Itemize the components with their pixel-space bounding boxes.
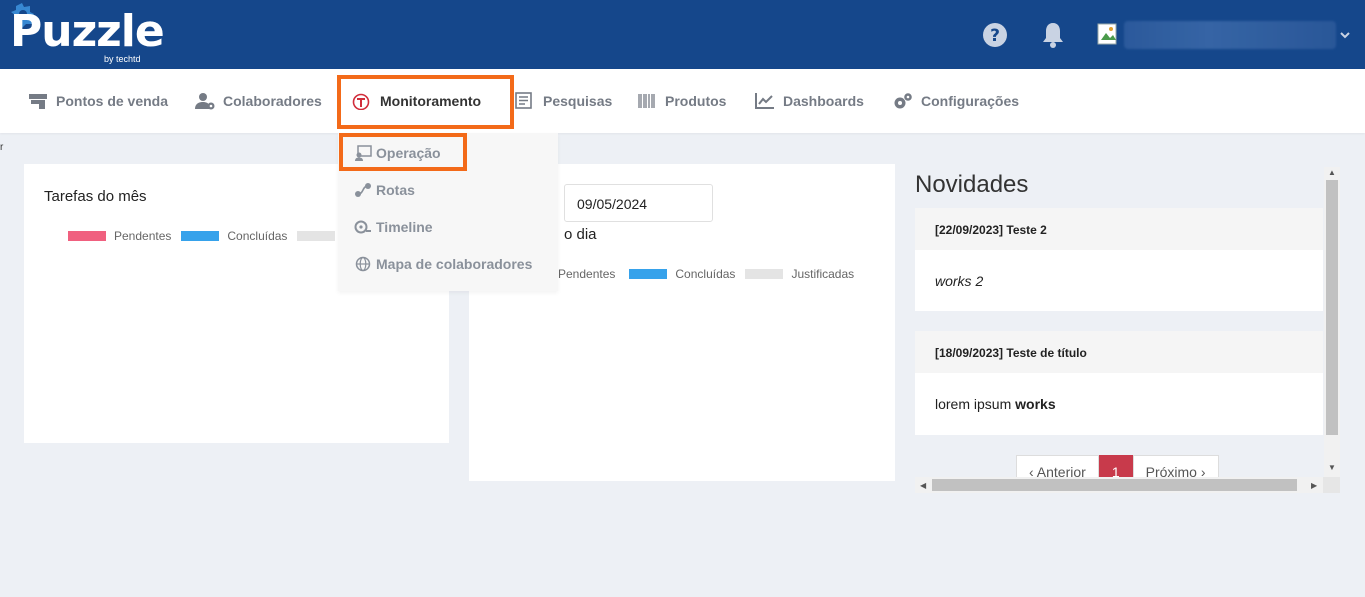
nav-item-configuracoes[interactable]: Configurações <box>893 69 1019 133</box>
legend-label: Pendentes <box>558 267 616 281</box>
pagination-page-1[interactable]: 1 <box>1098 455 1133 477</box>
dropdown-item-rotas[interactable]: Rotas <box>354 182 415 198</box>
news-post-body-bold: works <box>1015 396 1056 412</box>
nav-item-label: Configurações <box>921 93 1020 109</box>
news-post-body: lorem ipsum works <box>915 373 1323 435</box>
nav-item-label: Dashboards <box>783 93 864 109</box>
timeline-icon <box>354 220 371 234</box>
novidades-title: Novidades <box>915 171 1029 198</box>
nav-item-dashboards[interactable]: Dashboards <box>755 69 864 133</box>
chart-line-icon <box>755 93 774 109</box>
legend-swatch <box>745 269 784 279</box>
monthly-legend: Pendentes Concluídas <box>68 229 353 243</box>
route-icon <box>355 183 371 197</box>
legend-swatch <box>629 269 668 279</box>
stray-glyph: r <box>0 142 4 153</box>
nav-item-colaboradores[interactable]: Colaboradores <box>195 69 322 133</box>
legend-item-concluidas[interactable]: Concluídas <box>629 267 735 281</box>
daily-tasks-title: o dia <box>564 226 597 243</box>
scroll-right-arrow-icon[interactable]: ▶ <box>1311 481 1317 490</box>
logo-text: Puzzle <box>10 6 165 57</box>
nav-item-label: Pontos de venda <box>56 93 169 109</box>
nav-item-produtos[interactable]: Produtos <box>637 69 726 133</box>
news-post: [22/09/2023] Teste 2 works 2 <box>915 208 1323 311</box>
nav-item-label: Colaboradores <box>223 93 322 109</box>
user-gear-icon <box>195 93 215 110</box>
news-post-body-text: lorem ipsum <box>935 396 1016 412</box>
svg-text:?: ? <box>990 26 1000 46</box>
store-icon <box>29 94 47 109</box>
news-post: [18/09/2023] Teste de título lorem ipsum… <box>915 331 1323 435</box>
scroll-corner <box>1323 477 1340 493</box>
pagination-prev-button[interactable]: ‹ Anterior <box>1016 455 1099 477</box>
bell-icon[interactable] <box>1041 21 1065 48</box>
main-nav: Pontos de venda Colaboradores Monitorame… <box>0 69 1365 133</box>
news-post-body: works 2 <box>935 272 984 289</box>
legend-swatch <box>181 231 220 241</box>
barcode-icon <box>638 94 655 108</box>
top-bar: Puzzle by techtd ? <box>0 0 1365 69</box>
news-post-header: [18/09/2023] Teste de título <box>915 331 1323 373</box>
pagination: ‹ Anterior 1 Próximo › <box>1016 455 1219 477</box>
legend-item-concluidas[interactable]: Concluídas <box>181 229 287 243</box>
dropdown-item-timeline[interactable]: Timeline <box>354 219 433 235</box>
legend-label: Pendentes <box>114 229 172 243</box>
user-name[interactable] <box>1124 21 1336 49</box>
scroll-down-arrow-icon[interactable]: ▼ <box>1328 463 1336 472</box>
legend-label: Concluídas <box>227 229 288 243</box>
chevron-down-icon[interactable] <box>1338 28 1352 42</box>
dropdown-item-mapa-de-colaboradores[interactable]: Mapa de colaboradores <box>354 256 532 272</box>
nav-item-label: Pesquisas <box>543 93 613 109</box>
survey-icon <box>515 92 532 109</box>
logo-subtitle: by techtd <box>104 54 141 64</box>
pagination-next-button[interactable]: Próximo › <box>1132 455 1219 477</box>
legend-item-pendentes[interactable]: Pendentes <box>68 229 171 243</box>
monthly-tasks-title: Tarefas do mês <box>44 188 147 205</box>
news-post-header: [22/09/2023] Teste 2 <box>915 208 1323 250</box>
legend-label: Concluídas <box>675 267 736 281</box>
gears-icon <box>894 93 912 109</box>
highlight-box-operacao <box>339 133 467 171</box>
highlight-box-monitoramento <box>337 75 514 129</box>
vertical-scrollbar-thumb[interactable] <box>1326 180 1338 435</box>
scroll-up-arrow-icon[interactable]: ▲ <box>1328 168 1336 177</box>
dropdown-item-label: Rotas <box>376 182 415 198</box>
dropdown-item-label: Timeline <box>376 219 433 235</box>
legend-item-justificadas[interactable] <box>297 231 343 241</box>
globe-icon <box>355 256 371 272</box>
nav-item-pesquisas[interactable]: Pesquisas <box>515 69 612 133</box>
daily-legend: Pendentes Concluídas Justificadas <box>558 267 864 281</box>
legend-swatch <box>68 231 106 241</box>
avatar[interactable] <box>1097 22 1119 46</box>
puzzle-logo[interactable]: Puzzle by techtd <box>8 2 165 68</box>
scroll-left-arrow-icon[interactable]: ◀ <box>920 481 926 490</box>
legend-item-justificadas[interactable]: Justificadas <box>745 267 854 281</box>
nav-item-pontos-de-venda[interactable]: Pontos de venda <box>28 69 168 133</box>
legend-item-pendentes[interactable]: Pendentes <box>558 267 615 281</box>
date-input[interactable]: 09/05/2024 <box>564 184 713 222</box>
help-icon[interactable]: ? <box>982 22 1008 48</box>
nav-item-label: Produtos <box>665 93 727 109</box>
horizontal-scrollbar-thumb[interactable] <box>932 479 1297 491</box>
legend-label: Justificadas <box>791 267 855 281</box>
dropdown-item-label: Mapa de colaboradores <box>376 256 533 272</box>
legend-swatch <box>297 231 336 241</box>
